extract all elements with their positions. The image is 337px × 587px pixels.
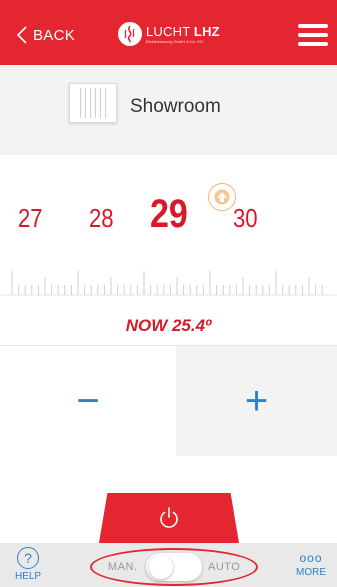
temp-option-28[interactable]: 28: [89, 203, 114, 234]
mode-toggle-switch[interactable]: [146, 553, 202, 581]
temp-selected[interactable]: 29: [150, 192, 188, 237]
increase-button[interactable]: +: [176, 346, 337, 456]
minus-icon: −: [76, 378, 100, 423]
toggle-knob[interactable]: [149, 555, 173, 579]
app-header: BACK LUCHT LHZ Elektroheizung GmbH & Co.…: [0, 0, 337, 65]
temp-option-27[interactable]: 27: [18, 203, 43, 234]
more-dots-icon: ooo: [299, 551, 323, 565]
power-button[interactable]: [99, 493, 239, 543]
power-icon: [160, 507, 178, 528]
arrow-up-icon: [208, 183, 236, 211]
back-label: BACK: [33, 26, 76, 44]
flame-icon: [118, 22, 142, 46]
auto-label[interactable]: AUTO: [208, 561, 240, 573]
temperature-ruler[interactable]: [0, 266, 337, 296]
more-label: MORE: [296, 567, 326, 578]
current-temperature: NOW 25.4º: [125, 316, 212, 335]
plus-icon: +: [244, 378, 269, 423]
manual-label[interactable]: MAN.: [108, 561, 138, 573]
brand-logo: LUCHT LHZ Elektroheizung GmbH & Co. KG: [118, 19, 220, 49]
help-button[interactable]: ? HELP: [11, 547, 45, 582]
temp-option-30[interactable]: 30: [233, 203, 258, 234]
room-row[interactable]: Showroom: [0, 65, 337, 155]
more-button[interactable]: ooo MORE: [294, 551, 328, 578]
logo-subtext: Elektroheizung GmbH & Co. KG: [146, 38, 204, 44]
chevron-left-icon: [17, 26, 27, 44]
bottom-bar: ? HELP MAN. AUTO ooo MORE: [0, 543, 337, 587]
back-button[interactable]: BACK: [17, 24, 75, 46]
room-name: Showroom: [130, 96, 221, 117]
help-label: HELP: [14, 571, 42, 582]
hamburger-menu-icon[interactable]: [298, 24, 328, 46]
radiator-icon: [69, 83, 117, 123]
mode-toggle-group: MAN. AUTO: [90, 548, 262, 586]
temperature-selector[interactable]: 27 28 29 30 NOW 25.4º: [0, 155, 337, 345]
help-icon: ?: [17, 547, 39, 569]
decrease-button[interactable]: −: [0, 346, 176, 456]
adjust-controls: − +: [0, 345, 337, 456]
logo-text: LUCHT LHZ: [146, 23, 220, 39]
